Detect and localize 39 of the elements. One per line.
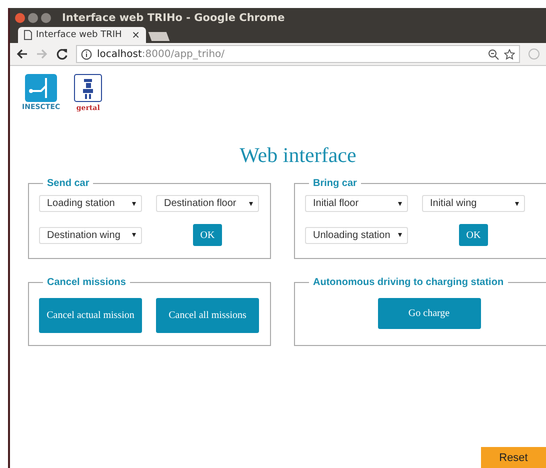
address-field[interactable]: localhost:8000/app_triho/	[76, 45, 520, 63]
action-button[interactable]: Cancel all missions	[156, 298, 259, 333]
tab-title: Interface web TRIH	[36, 30, 123, 40]
figure-logo-icon	[74, 74, 102, 102]
dropdown[interactable]: Unloading station	[305, 226, 408, 244]
zoom-icon[interactable]	[488, 48, 499, 60]
caret-icon	[132, 233, 136, 237]
dropdown[interactable]: Destination wing	[39, 226, 142, 244]
info-icon[interactable]	[81, 48, 92, 60]
circuit-logo-icon	[25, 74, 58, 102]
caret-icon	[249, 202, 253, 206]
panel-title: Send car	[46, 178, 90, 189]
new-tab-button[interactable]	[148, 32, 170, 41]
page-icon	[24, 30, 32, 40]
ok-button[interactable]: OK	[193, 224, 222, 246]
window-controls-icon[interactable]	[14, 12, 54, 24]
page-heading: Web interface	[238, 143, 358, 168]
caret-icon	[398, 202, 402, 206]
star-icon[interactable]	[504, 48, 515, 60]
action-button[interactable]: Go charge	[378, 298, 480, 329]
reload-icon[interactable]	[56, 48, 68, 60]
close-icon[interactable]: ×	[132, 30, 140, 40]
panel-title: Cancel missions	[46, 277, 127, 288]
window-title: Interface web TRIHo - Google Chrome	[62, 12, 285, 24]
caret-icon	[132, 202, 136, 206]
dropdown[interactable]: Destination floor	[156, 195, 259, 212]
dropdown[interactable]: Initial floor	[305, 195, 408, 212]
dropdown[interactable]: Loading station	[39, 195, 142, 212]
back-icon[interactable]	[16, 48, 28, 60]
panel-title: Autonomous driving to charging station	[312, 277, 505, 288]
action-button[interactable]: Cancel actual mission	[39, 298, 142, 333]
browser-tab[interactable]: Interface web TRIH ×	[18, 27, 146, 43]
ok-button[interactable]: OK	[459, 224, 488, 246]
url-text: localhost:8000/app_triho/	[97, 48, 225, 60]
dropdown[interactable]: Initial wing	[422, 195, 525, 212]
panel-title: Bring car	[312, 178, 358, 189]
reset-button[interactable]: Reset	[481, 447, 546, 468]
caret-icon	[398, 233, 402, 237]
caret-icon	[515, 202, 519, 206]
